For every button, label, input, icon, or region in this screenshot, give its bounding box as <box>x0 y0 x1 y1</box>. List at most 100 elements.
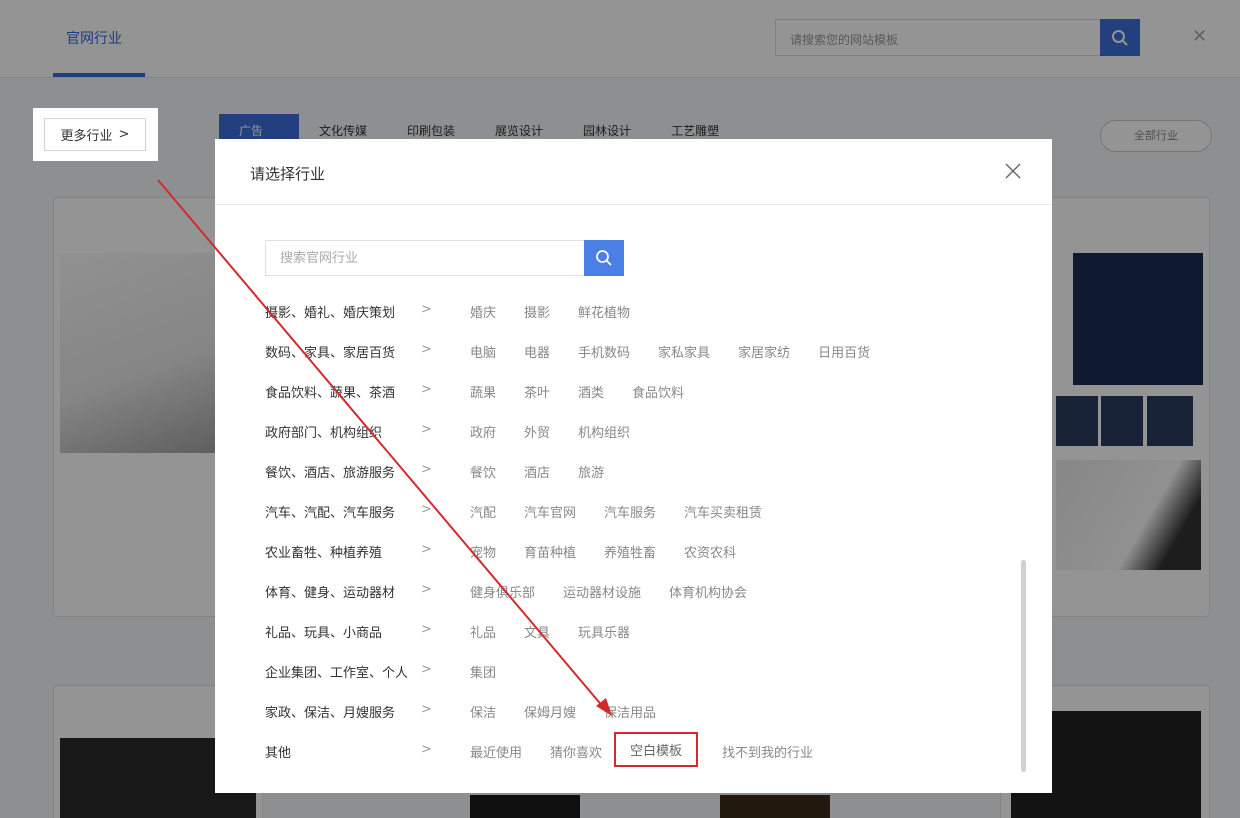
industry-group-label[interactable]: 政府部门、机构组织 <box>265 422 382 441</box>
industry-tag[interactable]: 玩具乐器 <box>578 622 630 641</box>
industry-search-button[interactable] <box>584 240 624 276</box>
industry-group-label[interactable]: 数码、家具、家居百货 <box>265 342 395 361</box>
industry-tag[interactable]: 汽车官网 <box>524 502 576 521</box>
industry-tags: 电脑 电器 手机数码 家私家具 家居家纺 日用百货 <box>470 342 870 361</box>
chevron-right-icon[interactable]: > <box>421 622 432 637</box>
chevron-right-icon[interactable]: > <box>421 422 432 437</box>
industry-tag[interactable]: 体育机构协会 <box>669 582 747 601</box>
industry-tags: 礼品 文具 玩具乐器 <box>470 622 630 641</box>
industry-tag[interactable]: 最近使用 <box>470 742 522 765</box>
industry-tag[interactable]: 政府 <box>470 422 496 441</box>
industry-tags: 汽配 汽车官网 汽车服务 汽车买卖租赁 <box>470 502 762 521</box>
chevron-right-icon[interactable]: > <box>421 742 432 757</box>
industry-group-label[interactable]: 摄影、婚礼、婚庆策划 <box>265 302 395 321</box>
search-icon <box>596 250 612 266</box>
industry-row: 企业集团、工作室、个人 > 集团 <box>265 651 1005 691</box>
industry-tag[interactable]: 旅游 <box>578 462 604 481</box>
industry-tags: 最近使用 猜你喜欢 空白模板 找不到我的行业 <box>470 732 813 767</box>
industry-tag[interactable]: 农资农科 <box>684 542 736 561</box>
industry-tag[interactable]: 汽车买卖租赁 <box>684 502 762 521</box>
industry-tag[interactable]: 家居家纺 <box>738 342 790 361</box>
chevron-right-icon[interactable]: > <box>421 582 432 597</box>
industry-row: 汽车、汽配、汽车服务 > 汽配 汽车官网 汽车服务 汽车买卖租赁 <box>265 491 1005 531</box>
chevron-right-icon[interactable]: > <box>421 462 432 477</box>
industry-group-label[interactable]: 其他 <box>265 742 291 761</box>
industry-group-label[interactable]: 农业畜牲、种植养殖 <box>265 542 382 561</box>
industry-tag[interactable]: 保洁用品 <box>604 702 656 721</box>
industry-tag[interactable]: 酒类 <box>578 382 604 401</box>
industry-tag[interactable]: 找不到我的行业 <box>722 742 813 765</box>
industry-row: 家政、保洁、月嫂服务 > 保洁 保姆月嫂 保洁用品 <box>265 691 1005 731</box>
industry-row: 摄影、婚礼、婚庆策划 > 婚庆 摄影 鲜花植物 <box>265 291 1005 331</box>
industry-tag[interactable]: 礼品 <box>470 622 496 641</box>
industry-tag[interactable]: 健身俱乐部 <box>470 582 535 601</box>
industry-tag[interactable]: 保洁 <box>470 702 496 721</box>
industry-tag[interactable]: 摄影 <box>524 302 550 321</box>
industry-tags: 宠物 育苗种植 养殖牲畜 农资农科 <box>470 542 736 561</box>
modal-title: 请选择行业 <box>250 165 326 183</box>
industry-tag[interactable]: 日用百货 <box>818 342 870 361</box>
industry-row: 政府部门、机构组织 > 政府 外贸 机构组织 <box>265 411 1005 451</box>
industry-tags: 集团 <box>470 662 496 681</box>
industry-tag[interactable]: 茶叶 <box>524 382 550 401</box>
industry-tag[interactable]: 电器 <box>524 342 550 361</box>
industry-tag[interactable]: 食品饮料 <box>632 382 684 401</box>
close-icon[interactable] <box>1003 161 1023 181</box>
chevron-right-icon[interactable]: > <box>421 542 432 557</box>
industry-tags: 蔬果 茶叶 酒类 食品饮料 <box>470 382 684 401</box>
industry-tag[interactable]: 蔬果 <box>470 382 496 401</box>
chevron-right-icon[interactable]: > <box>421 382 432 397</box>
chevron-right-icon[interactable]: > <box>421 342 432 357</box>
industry-tag[interactable]: 集团 <box>470 662 496 681</box>
industry-tag[interactable]: 手机数码 <box>578 342 630 361</box>
industry-group-label[interactable]: 家政、保洁、月嫂服务 <box>265 702 395 721</box>
industry-tag[interactable]: 保姆月嫂 <box>524 702 576 721</box>
industry-tags: 健身俱乐部 运动器材设施 体育机构协会 <box>470 582 747 601</box>
industry-tags: 餐饮 酒店 旅游 <box>470 462 604 481</box>
industry-tag[interactable]: 宠物 <box>470 542 496 561</box>
industry-row: 餐饮、酒店、旅游服务 > 餐饮 酒店 旅游 <box>265 451 1005 491</box>
industry-tags: 婚庆 摄影 鲜花植物 <box>470 302 630 321</box>
industry-tag[interactable]: 酒店 <box>524 462 550 481</box>
more-industries-button[interactable]: 更多行业 > <box>44 118 146 151</box>
industry-tag[interactable]: 电脑 <box>470 342 496 361</box>
industry-group-label[interactable]: 食品饮料、蔬果、茶酒 <box>265 382 395 401</box>
industry-group-label[interactable]: 体育、健身、运动器材 <box>265 582 395 601</box>
industry-row: 礼品、玩具、小商品 > 礼品 文具 玩具乐器 <box>265 611 1005 651</box>
industry-tag[interactable]: 鲜花植物 <box>578 302 630 321</box>
industry-tag[interactable]: 猜你喜欢 <box>550 742 602 765</box>
chevron-right-icon[interactable]: > <box>421 662 432 677</box>
industry-row: 食品饮料、蔬果、茶酒 > 蔬果 茶叶 酒类 食品饮料 <box>265 371 1005 411</box>
industry-tag[interactable]: 汽车服务 <box>604 502 656 521</box>
industry-modal: 请选择行业 摄影、婚礼、婚庆策划 > 婚庆 摄影 鲜花植物数码、家具、家居百货 > 电脑 电器… <box>215 139 1052 793</box>
chevron-right-icon: > <box>118 127 130 142</box>
industry-row: 数码、家具、家居百货 > 电脑 电器 手机数码 家私家具 家居家纺 日用百货 <box>265 331 1005 371</box>
industry-tag[interactable]: 汽配 <box>470 502 496 521</box>
more-industries-label: 更多行业 <box>60 129 113 144</box>
industry-group-label[interactable]: 汽车、汽配、汽车服务 <box>265 502 395 521</box>
blank-template-tag[interactable]: 空白模板 <box>614 732 699 767</box>
industry-row: 体育、健身、运动器材 > 健身俱乐部 运动器材设施 体育机构协会 <box>265 571 1005 611</box>
industry-tag[interactable]: 育苗种植 <box>524 542 576 561</box>
chevron-right-icon[interactable]: > <box>421 302 432 317</box>
industry-list: 摄影、婚礼、婚庆策划 > 婚庆 摄影 鲜花植物数码、家具、家居百货 > 电脑 电器 手机数码 家私… <box>265 291 1005 771</box>
chevron-right-icon[interactable]: > <box>421 702 432 717</box>
industry-row: 农业畜牲、种植养殖 > 宠物 育苗种植 养殖牲畜 农资农科 <box>265 531 1005 571</box>
industry-tags: 政府 外贸 机构组织 <box>470 422 630 441</box>
industry-tag[interactable]: 外贸 <box>524 422 550 441</box>
industry-group-label[interactable]: 企业集团、工作室、个人 <box>265 662 408 681</box>
chevron-right-icon[interactable]: > <box>421 502 432 517</box>
industry-tag[interactable]: 文具 <box>524 622 550 641</box>
industry-tag[interactable]: 家私家具 <box>658 342 710 361</box>
industry-tag[interactable]: 餐饮 <box>470 462 496 481</box>
industry-group-label[interactable]: 餐饮、酒店、旅游服务 <box>265 462 395 481</box>
scrollbar[interactable] <box>1021 560 1026 772</box>
industry-tag[interactable]: 机构组织 <box>578 422 630 441</box>
industry-tag[interactable]: 运动器材设施 <box>563 582 641 601</box>
industry-tag[interactable]: 婚庆 <box>470 302 496 321</box>
industry-search-input[interactable] <box>265 240 585 276</box>
industry-tag[interactable]: 养殖牲畜 <box>604 542 656 561</box>
industry-tags: 保洁 保姆月嫂 保洁用品 <box>470 702 656 721</box>
industry-group-label[interactable]: 礼品、玩具、小商品 <box>265 622 382 641</box>
industry-row: 其他 > 最近使用 猜你喜欢 空白模板 找不到我的行业 <box>265 731 1005 771</box>
